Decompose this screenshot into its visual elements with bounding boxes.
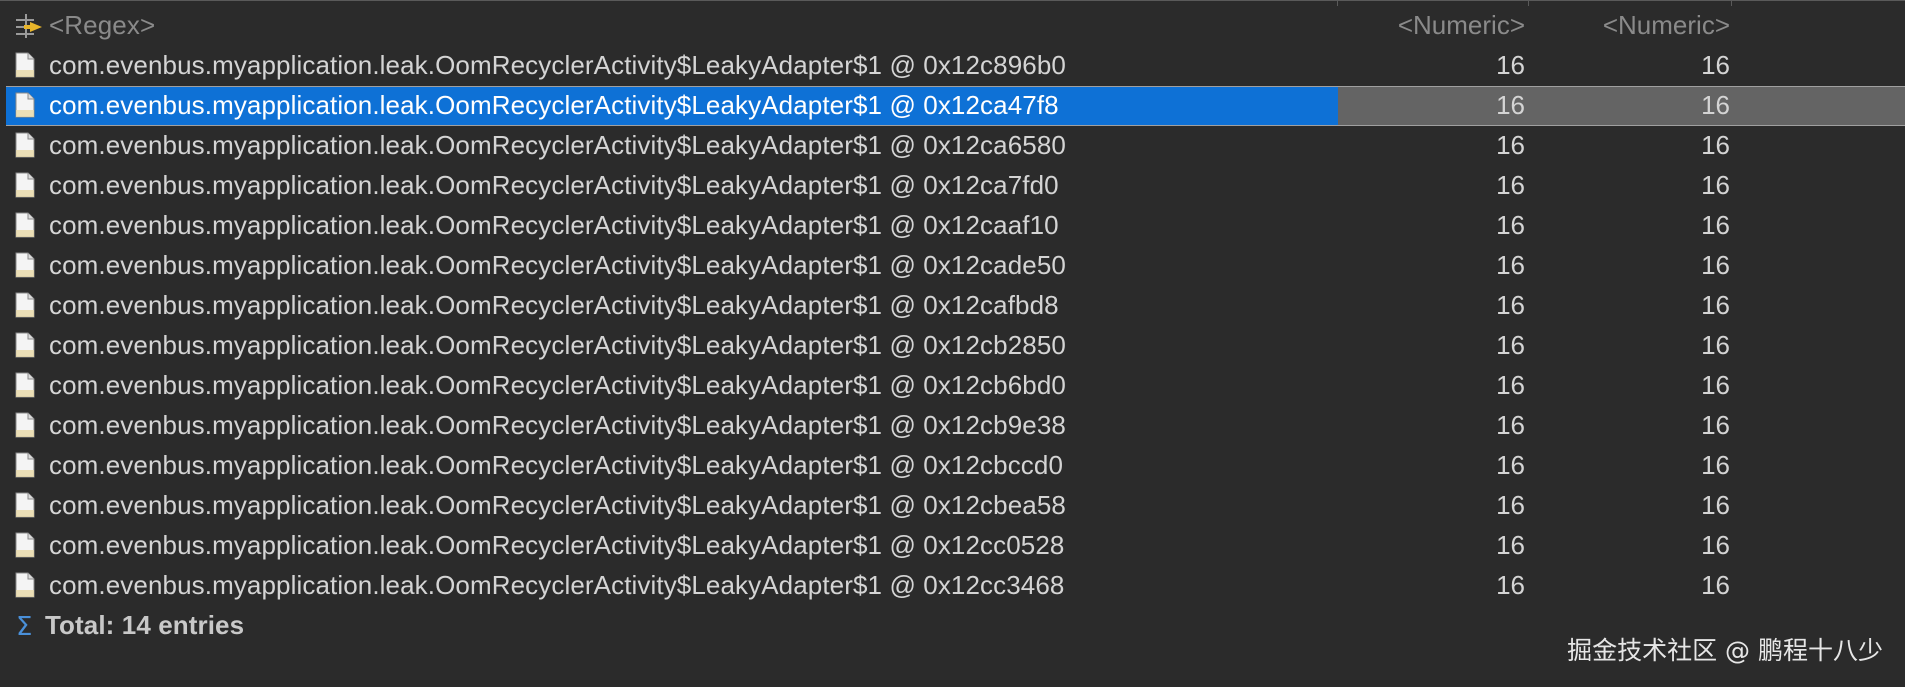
shallow-heap-value: 16: [1496, 570, 1525, 600]
object-name: com.evenbus.myapplication.leak.OomRecycl…: [49, 570, 1065, 600]
object-name: com.evenbus.myapplication.leak.OomRecycl…: [49, 530, 1065, 560]
total-entries-label: Total: 14 entries: [45, 610, 245, 640]
watermark: 掘金技术社区 @ 鹏程十八少: [1567, 636, 1883, 665]
object-file-icon: [14, 292, 36, 318]
histogram-table: <Regex> <Numeric> <Numeric> com.evenbus.…: [0, 0, 1905, 687]
retained-heap-value: 16: [1701, 250, 1730, 280]
table-row[interactable]: com.evenbus.myapplication.leak.OomRecycl…: [0, 86, 1905, 126]
object-name: com.evenbus.myapplication.leak.OomRecycl…: [49, 490, 1066, 520]
table-row[interactable]: com.evenbus.myapplication.leak.OomRecycl…: [0, 446, 1905, 486]
object-file-icon: [14, 172, 36, 198]
object-name: com.evenbus.myapplication.leak.OomRecycl…: [49, 50, 1066, 80]
retained-heap-value: 16: [1701, 210, 1730, 240]
retained-heap-value: 16: [1701, 570, 1730, 600]
table-row[interactable]: com.evenbus.myapplication.leak.OomRecycl…: [0, 46, 1905, 86]
table-row[interactable]: com.evenbus.myapplication.leak.OomRecycl…: [0, 166, 1905, 206]
shallow-heap-value: 16: [1496, 490, 1525, 520]
object-file-icon: [14, 572, 36, 598]
object-file-icon: [14, 132, 36, 158]
name-filter-input[interactable]: <Regex>: [49, 10, 155, 41]
shallow-heap-value: 16: [1496, 50, 1525, 80]
object-file-icon: [14, 412, 36, 438]
retained-heap-value: 16: [1701, 290, 1730, 320]
object-name: com.evenbus.myapplication.leak.OomRecycl…: [49, 410, 1066, 440]
object-name: com.evenbus.myapplication.leak.OomRecycl…: [49, 130, 1066, 160]
shallow-heap-value: 16: [1496, 290, 1525, 320]
object-name: com.evenbus.myapplication.leak.OomRecycl…: [49, 290, 1059, 320]
retained-heap-value: 16: [1701, 530, 1730, 560]
shallow-heap-value: 16: [1496, 250, 1525, 280]
shallow-heap-value: 16: [1496, 90, 1525, 120]
object-file-icon: [14, 252, 36, 278]
retained-heap-value: 16: [1701, 330, 1730, 360]
object-file-icon: [14, 52, 36, 78]
object-file-icon: [14, 212, 36, 238]
object-name: com.evenbus.myapplication.leak.OomRecycl…: [49, 170, 1059, 200]
shallow-heap-value: 16: [1496, 450, 1525, 480]
shallow-heap-value: 16: [1496, 130, 1525, 160]
shallow-heap-value: 16: [1496, 370, 1525, 400]
retained-heap-value: 16: [1701, 170, 1730, 200]
object-name: com.evenbus.myapplication.leak.OomRecycl…: [49, 370, 1066, 400]
shallow-heap-value: 16: [1496, 530, 1525, 560]
shallow-heap-value: 16: [1496, 410, 1525, 440]
object-name: com.evenbus.myapplication.leak.OomRecycl…: [49, 90, 1059, 120]
shallow-heap-value: 16: [1496, 170, 1525, 200]
regex-filter-icon[interactable]: [14, 12, 42, 38]
retained-heap-value: 16: [1701, 410, 1730, 440]
retained-heap-value: 16: [1701, 450, 1730, 480]
retained-heap-value: 16: [1701, 90, 1730, 120]
object-file-icon: [14, 372, 36, 398]
sigma-icon: Σ: [14, 612, 36, 642]
table-row[interactable]: com.evenbus.myapplication.leak.OomRecycl…: [0, 406, 1905, 446]
object-file-icon: [14, 332, 36, 358]
object-file-icon: [14, 92, 36, 118]
table-row[interactable]: com.evenbus.myapplication.leak.OomRecycl…: [0, 286, 1905, 326]
table-row[interactable]: com.evenbus.myapplication.leak.OomRecycl…: [0, 206, 1905, 246]
object-file-icon: [14, 452, 36, 478]
shallow-heap-value: 16: [1496, 210, 1525, 240]
shallow-heap-filter-input[interactable]: <Numeric>: [1325, 10, 1525, 41]
table-row[interactable]: com.evenbus.myapplication.leak.OomRecycl…: [0, 326, 1905, 366]
table-row[interactable]: com.evenbus.myapplication.leak.OomRecycl…: [0, 246, 1905, 286]
table-row[interactable]: com.evenbus.myapplication.leak.OomRecycl…: [0, 366, 1905, 406]
retained-heap-filter-input[interactable]: <Numeric>: [1530, 10, 1730, 41]
object-name: com.evenbus.myapplication.leak.OomRecycl…: [49, 450, 1064, 480]
retained-heap-value: 16: [1701, 490, 1730, 520]
retained-heap-value: 16: [1701, 370, 1730, 400]
table-row[interactable]: com.evenbus.myapplication.leak.OomRecycl…: [0, 566, 1905, 606]
table-row[interactable]: com.evenbus.myapplication.leak.OomRecycl…: [0, 126, 1905, 166]
object-name: com.evenbus.myapplication.leak.OomRecycl…: [49, 250, 1066, 280]
svg-text:Σ: Σ: [16, 612, 32, 640]
retained-heap-value: 16: [1701, 130, 1730, 160]
object-name: com.evenbus.myapplication.leak.OomRecycl…: [49, 210, 1059, 240]
table-row[interactable]: com.evenbus.myapplication.leak.OomRecycl…: [0, 526, 1905, 566]
shallow-heap-value: 16: [1496, 330, 1525, 360]
object-file-icon: [14, 532, 36, 558]
object-name: com.evenbus.myapplication.leak.OomRecycl…: [49, 330, 1066, 360]
filter-row: <Regex> <Numeric> <Numeric>: [0, 6, 1905, 46]
retained-heap-value: 16: [1701, 50, 1730, 80]
object-file-icon: [14, 492, 36, 518]
table-row[interactable]: com.evenbus.myapplication.leak.OomRecycl…: [0, 486, 1905, 526]
